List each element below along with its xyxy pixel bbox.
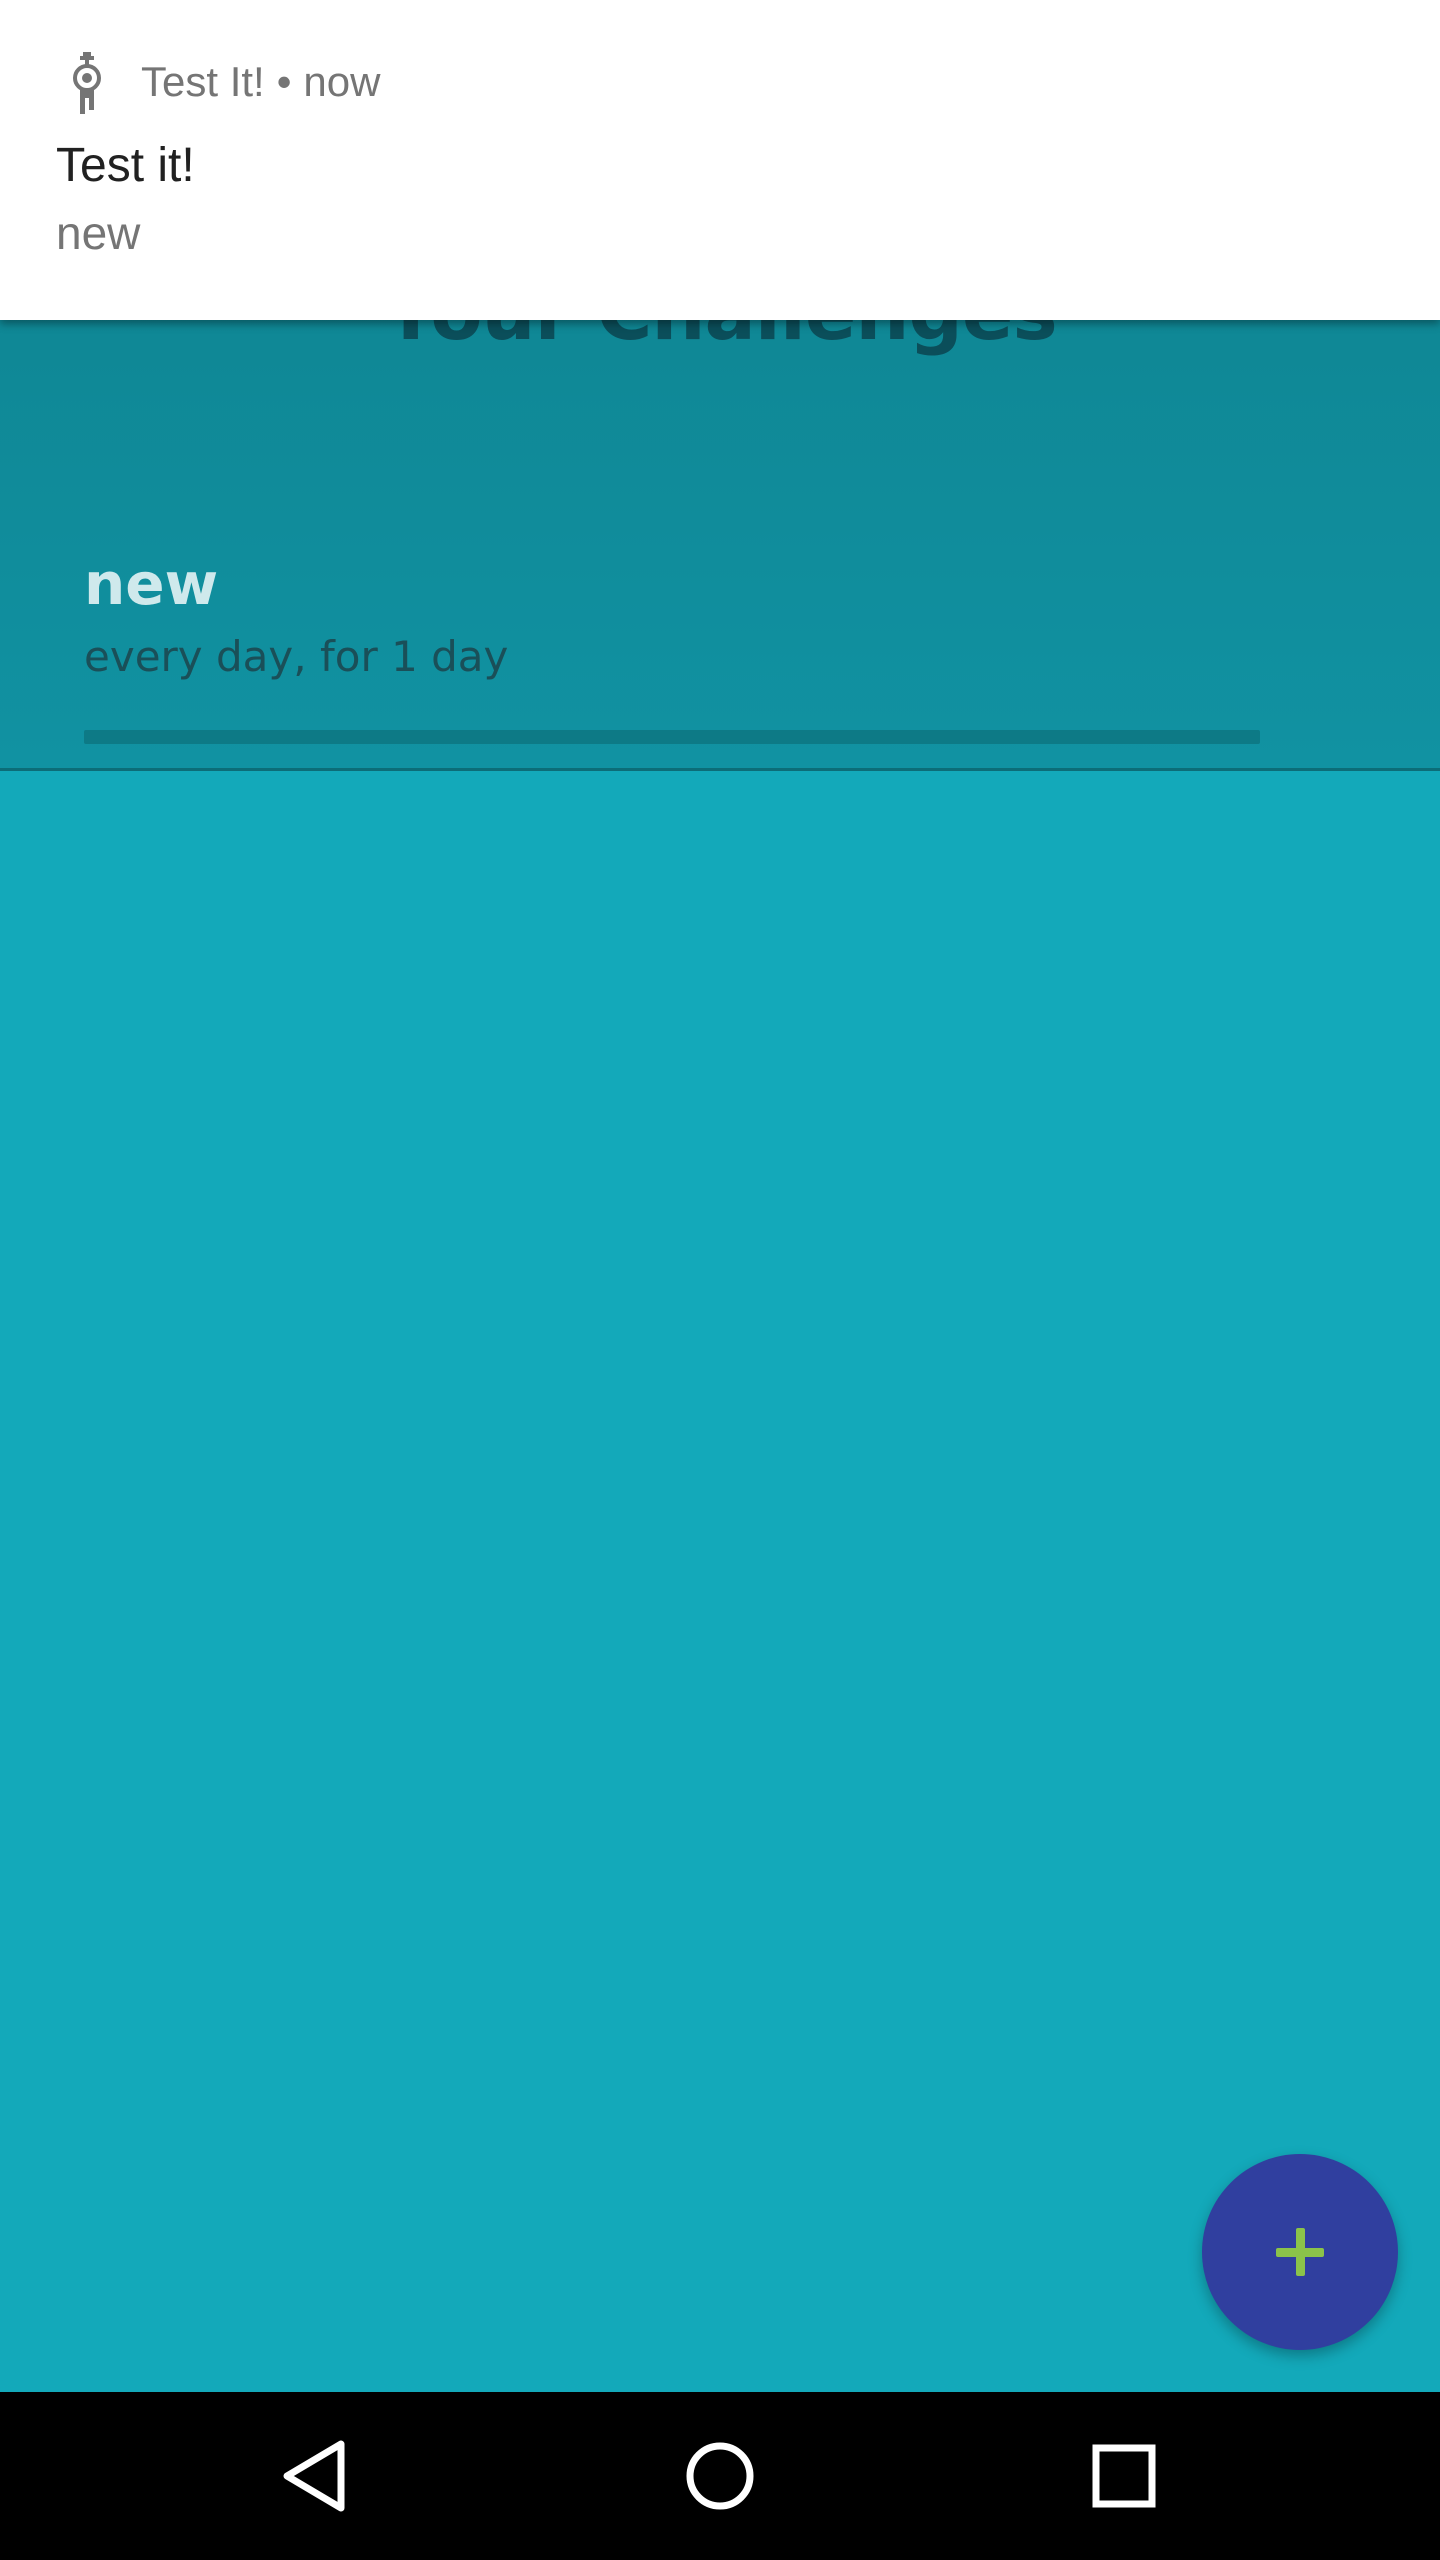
notification-header: Test It! • now (141, 58, 380, 106)
notification-separator: • (276, 58, 292, 105)
home-button[interactable] (660, 2416, 780, 2536)
challenge-list-item[interactable]: new every day, for 1 day (0, 520, 1440, 770)
back-button[interactable] (254, 2416, 374, 2536)
plus-icon (1276, 2228, 1324, 2276)
app-screen: Your Challenges new every day, for 1 day (0, 0, 1440, 2392)
notification-text: new (56, 207, 141, 259)
back-triangle-icon (283, 2440, 345, 2512)
recents-square-icon (1092, 2444, 1156, 2508)
navigation-bar (0, 2392, 1440, 2560)
notification-title: Test it! (56, 139, 195, 192)
home-circle-icon (686, 2442, 754, 2510)
challenge-frequency: every day, for 1 day (84, 632, 509, 681)
notification-app-name: Test It! (141, 58, 265, 105)
notification-time: now (303, 58, 381, 105)
test-it-app-icon (73, 52, 101, 114)
recents-button[interactable] (1064, 2416, 1184, 2536)
notification-card[interactable]: Test It! • now Test it! new (0, 0, 1440, 320)
challenge-progress-bar (84, 730, 1260, 744)
add-challenge-button[interactable] (1202, 2154, 1398, 2350)
list-divider (0, 768, 1440, 771)
challenge-name: new (84, 550, 219, 618)
